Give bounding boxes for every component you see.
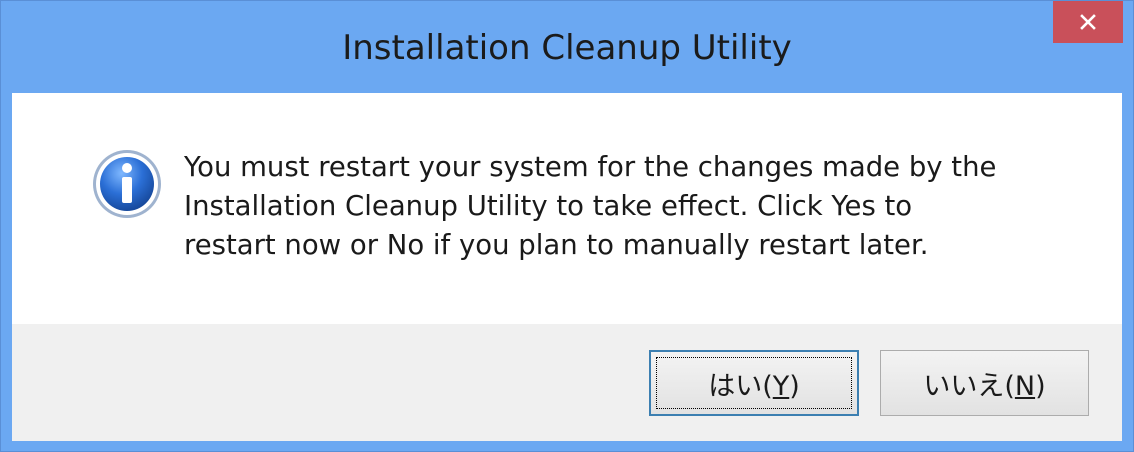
dialog-window: Installation Cleanup Utility You must re… <box>0 0 1134 452</box>
close-button[interactable] <box>1053 1 1123 43</box>
yes-button[interactable]: はい(Y) <box>649 350 859 416</box>
dialog-content: You must restart your system for the cha… <box>12 93 1122 324</box>
close-icon <box>1080 14 1096 30</box>
no-button-label: いいえ(N) <box>923 370 1046 402</box>
yes-button-label: はい(Y) <box>708 370 800 402</box>
message-line: restart now or No if you plan to manuall… <box>184 229 929 261</box>
no-button[interactable]: いいえ(N) <box>880 350 1089 416</box>
title-bar[interactable]: Installation Cleanup Utility <box>1 1 1133 93</box>
message-line: You must restart your system for the cha… <box>184 151 997 183</box>
button-bar: はい(Y) いいえ(N) <box>12 324 1122 441</box>
message-line: Installation Cleanup Utility to take eff… <box>184 190 913 222</box>
info-icon <box>91 148 163 220</box>
dialog-message: You must restart your system for the cha… <box>184 148 1084 265</box>
window-title: Installation Cleanup Utility <box>342 28 792 68</box>
